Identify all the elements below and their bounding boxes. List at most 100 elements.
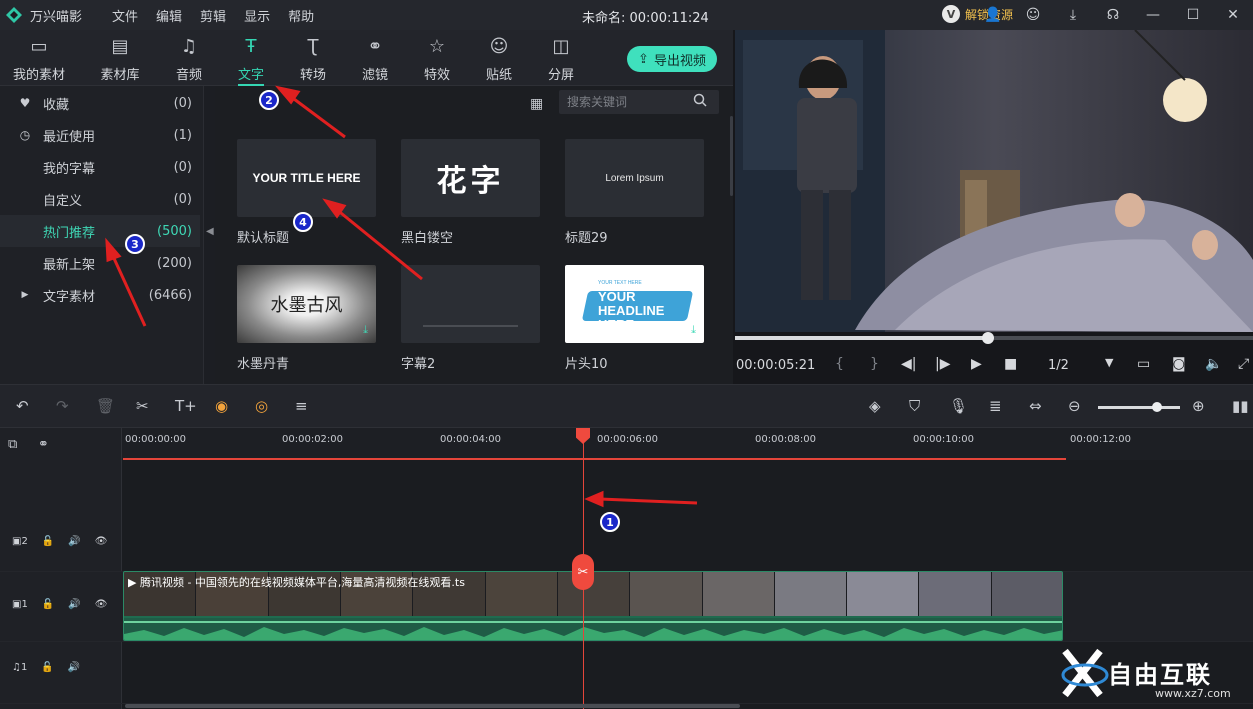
lock-icon[interactable]: 🔓 (41, 662, 53, 673)
app-logo-icon (6, 7, 22, 23)
clip-title-text: 腾讯视频 - 中国领先的在线视频媒体平台,海量高清视频在线观看.ts (139, 576, 465, 589)
volume-icon[interactable]: 🔈 (1205, 356, 1222, 372)
cut-icon[interactable]: ✂ (136, 397, 149, 415)
fit-timeline-icon[interactable]: ⇔ (1029, 397, 1042, 415)
grid-view-icon[interactable]: ▦ (530, 96, 543, 112)
audio-sync-icon[interactable]: ◉ (215, 397, 228, 415)
audio-mixer-icon[interactable]: ≣ (989, 397, 1002, 415)
menu-file[interactable]: 文件 (112, 6, 138, 25)
mute-icon[interactable]: 🔊 (68, 599, 80, 610)
progress-knob[interactable] (982, 332, 994, 344)
prev-frame-icon[interactable]: ◀| (901, 356, 916, 372)
delete-icon[interactable]: 🗑 (96, 397, 115, 415)
add-text-icon[interactable]: T+ (175, 397, 197, 415)
tab-library[interactable]: ▤ 素材库 (88, 34, 152, 83)
tab-splitscreen[interactable]: ◫ 分屏 (529, 34, 593, 83)
tab-audio[interactable]: ♫ 音频 (157, 34, 221, 83)
marker-icon[interactable]: ⛉ (909, 397, 920, 415)
video-frame[interactable] (735, 30, 1253, 332)
tab-my-media[interactable]: ▭ 我的素材 (7, 34, 71, 83)
tab-text[interactable]: Ŧ 文字 (219, 34, 283, 86)
panel-collapse-handle[interactable]: ◀ (203, 86, 215, 384)
chevron-down-icon[interactable]: ▼ (1105, 356, 1113, 369)
heart-icon: ♥ (19, 96, 31, 110)
thumbnail: 花字 (401, 139, 540, 217)
clip-video-icon: ▶ (128, 576, 140, 589)
menu-help[interactable]: 帮助 (288, 6, 314, 25)
watermark-url: www.xz7.com (1155, 687, 1231, 700)
mark-in-icon[interactable]: { (835, 356, 844, 372)
speech-to-text-icon[interactable]: ◎ (255, 397, 268, 415)
category-custom[interactable]: 自定义 (0) (0, 183, 200, 215)
title-bar: 万兴喵影 文件 编辑 剪辑 显示 帮助 未命名: 00:00:11:24 V 解… (0, 0, 1253, 30)
visibility-icon[interactable]: 👁 (95, 536, 108, 547)
playback-progress[interactable] (735, 332, 1253, 344)
tab-effect[interactable]: ☆ 特效 (405, 34, 469, 83)
library-item-subtitle2[interactable]: 字幕2 (401, 265, 540, 372)
clock-icon: ◷ (19, 128, 31, 142)
search-icon[interactable] (693, 93, 707, 107)
category-hot[interactable]: 热门推荐 (500) (0, 215, 200, 247)
lock-icon[interactable]: 🔓 (42, 599, 54, 610)
minimize-icon[interactable]: — (1133, 7, 1173, 23)
document-title: 未命名: 00:00:11:24 (582, 11, 709, 26)
close-icon[interactable]: ✕ (1213, 7, 1253, 23)
support-icon[interactable]: ☊ (1093, 7, 1133, 23)
mark-out-icon[interactable]: } (870, 356, 879, 372)
zoom-slider-knob[interactable] (1152, 402, 1162, 412)
visibility-icon[interactable]: 👁 (95, 599, 108, 610)
next-frame-icon[interactable]: |▶ (935, 356, 950, 372)
split-scissor-icon[interactable]: ✂ (572, 554, 594, 590)
user-icon[interactable]: 👤 (973, 7, 1013, 23)
download-icon[interactable]: ⤓ (363, 323, 368, 337)
add-track-icon[interactable]: ⧉ (8, 437, 17, 452)
media-tab-bar: ▭ 我的素材 ▤ 素材库 ♫ 音频 Ŧ 文字 Ʈ 转场 ⚭ 滤镜 ☆ 特效 ☺ 贴纸 ◫ 分屏 ⇪… (0, 30, 733, 86)
tab-transition[interactable]: Ʈ 转场 (281, 34, 345, 83)
redo-icon[interactable]: ↷ (56, 397, 69, 415)
stop-icon[interactable]: ■ (1004, 356, 1017, 372)
timeline-scrollbar[interactable] (125, 704, 740, 708)
feedback-icon[interactable]: ☺ (1013, 7, 1053, 23)
fullscreen-icon[interactable]: ⤢ (1238, 356, 1249, 372)
menu-edit[interactable]: 编辑 (156, 6, 182, 25)
zoom-in-icon[interactable]: ⊕ (1192, 397, 1205, 415)
play-icon[interactable]: ▶ (971, 356, 982, 372)
menu-view[interactable]: 显示 (244, 6, 270, 25)
zoom-slider[interactable] (1098, 406, 1180, 409)
layout-icon[interactable]: ▮▮ (1232, 397, 1249, 415)
zoom-out-icon[interactable]: ⊖ (1068, 397, 1081, 415)
mute-icon[interactable]: 🔊 (68, 536, 80, 547)
category-text-assets[interactable]: ▶ 文字素材 (6466) (0, 279, 200, 311)
ruler-tick-label: 00:00:04:00 (440, 434, 502, 445)
render-icon[interactable]: ◈ (869, 397, 881, 415)
category-new[interactable]: 最新上架 (200) (0, 247, 200, 279)
audio-waveform (124, 618, 1062, 640)
adjust-icon[interactable]: ≡ (295, 397, 308, 415)
item-caption: 黑白镂空 (401, 231, 454, 246)
tab-sticker[interactable]: ☺ 贴纸 (467, 34, 531, 83)
undo-icon[interactable]: ↶ (16, 397, 29, 415)
lock-icon[interactable]: 🔓 (42, 536, 54, 547)
display-icon[interactable]: ▭ (1137, 356, 1150, 372)
tab-filter[interactable]: ⚭ 滤镜 (343, 34, 407, 83)
library-item-ink[interactable]: 水墨古风 ⤓ 水墨丹青 (237, 265, 376, 372)
menu-clip[interactable]: 剪辑 (200, 6, 226, 25)
microphone-icon[interactable]: 🎙 (949, 397, 968, 415)
link-icon[interactable]: ⚭ (38, 437, 49, 452)
snapshot-icon[interactable]: ◙ (1172, 356, 1186, 372)
ruler-tick-label: 00:00:08:00 (755, 434, 817, 445)
time-ruler[interactable]: 00:00:00:00 00:00:02:00 00:00:04:00 00:0… (122, 428, 1253, 460)
export-video-button[interactable]: ⇪ 导出视频 (627, 46, 717, 72)
category-favorites[interactable]: ♥ 收藏 (0) (0, 87, 200, 119)
download-icon[interactable]: ⤓ (691, 323, 696, 337)
thumbnail: Lorem Ipsum (565, 139, 704, 217)
maximize-icon[interactable]: ☐ (1173, 7, 1213, 23)
library-item-bw-hollow[interactable]: 花字 黑白镂空 (401, 139, 540, 246)
download-icon[interactable]: ⤓ (1053, 7, 1093, 23)
mute-icon[interactable]: 🔊 (68, 662, 80, 673)
preview-page-select[interactable]: 1/2 (1048, 358, 1069, 373)
category-recent[interactable]: ◷ 最近使用 (1) (0, 119, 200, 151)
library-item-title29[interactable]: Lorem Ipsum 标题29 (565, 139, 704, 246)
library-item-opener10[interactable]: YOUR TEXT HERE YOUR HEADLINE HERE ⤓ 片头10 (565, 265, 704, 372)
category-my-subtitles[interactable]: 我的字幕 (0) (0, 151, 200, 183)
